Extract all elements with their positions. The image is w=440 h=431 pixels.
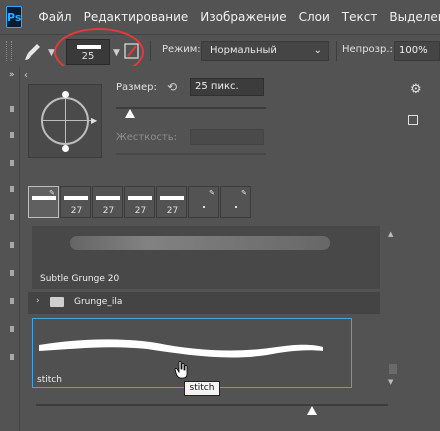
angle-axis-horizontal xyxy=(41,120,91,121)
roundness-handle-top[interactable] xyxy=(62,91,69,98)
size-slider-thumb[interactable] xyxy=(125,109,135,118)
hardness-slider-track xyxy=(116,153,266,155)
brush-name: stitch xyxy=(37,375,62,385)
opacity-input[interactable]: 100% xyxy=(394,41,440,61)
options-bar-grip[interactable] xyxy=(6,40,12,61)
tool-slot[interactable] xyxy=(10,270,14,276)
menu-layers[interactable]: Слои xyxy=(299,10,330,24)
reset-size-icon[interactable]: ⟲ xyxy=(167,80,177,94)
divider xyxy=(150,41,151,61)
divider xyxy=(336,41,337,61)
recent-brush[interactable]: ✎ xyxy=(220,186,251,218)
brush-preset-list: Subtle Grunge 20 › Grunge_ila stitch ▲ ▼ xyxy=(28,226,406,396)
angle-direction-arrow-icon: ▶ xyxy=(91,116,98,125)
recent-brush[interactable]: ✎ xyxy=(28,186,59,218)
opacity-label: Непрозр.: xyxy=(342,44,393,55)
recent-brush[interactable]: 27 xyxy=(124,186,155,218)
brush-thumbnail xyxy=(160,196,184,200)
tool-slot[interactable] xyxy=(10,132,14,138)
roundness-handle-bottom[interactable] xyxy=(62,145,69,152)
tool-slot[interactable] xyxy=(10,106,14,112)
tool-slot[interactable] xyxy=(10,186,14,192)
tooltip: stitch xyxy=(184,381,220,396)
recent-brush[interactable]: 27 xyxy=(60,186,91,218)
blend-mode-value: Нормальный xyxy=(210,45,277,56)
brush-tool-icon[interactable] xyxy=(22,42,42,62)
recent-brush[interactable]: ✎ xyxy=(188,186,219,218)
tool-slot[interactable] xyxy=(10,242,14,248)
brush-thumbnail xyxy=(203,206,205,208)
recent-brush[interactable]: 27 xyxy=(156,186,187,218)
brush-thumbnail xyxy=(235,206,237,208)
brush-size-label: 27 xyxy=(102,206,115,216)
tool-slot[interactable] xyxy=(10,160,14,166)
hardness-input xyxy=(190,129,264,145)
menu-image[interactable]: Изображение xyxy=(200,10,286,24)
scroll-down-icon[interactable]: ▼ xyxy=(388,378,393,386)
gear-icon[interactable]: ⚙ xyxy=(410,82,422,97)
pen-pressure-icon: ✎ xyxy=(49,189,55,197)
menu-bar: Ps Файл Редактирование Изображение Слои … xyxy=(0,0,440,34)
scrollbar-thumb[interactable] xyxy=(389,364,397,374)
size-input[interactable]: 25 пикс. xyxy=(190,78,264,96)
brush-thumbnail xyxy=(128,196,152,200)
blend-mode-select[interactable]: Нормальный ⌄ xyxy=(201,41,329,61)
tool-slot[interactable] xyxy=(10,298,14,304)
menu-select[interactable]: Выделение xyxy=(389,10,440,24)
brush-size-label: 27 xyxy=(134,206,147,216)
size-label: Размер: xyxy=(116,82,157,93)
menu-text[interactable]: Текст xyxy=(342,10,378,24)
chevron-down-icon: ⌄ xyxy=(313,45,322,56)
list-item[interactable]: Subtle Grunge 20 xyxy=(32,226,380,289)
brush-preset-panel: ‹ ▶ Размер: ⟲ 25 пикс. Жесткость: ⚙ ✎ 27… xyxy=(20,66,440,431)
thumbnail-size-slider-track[interactable] xyxy=(36,404,388,406)
tool-slot[interactable] xyxy=(10,214,14,220)
chevron-right-icon[interactable]: › xyxy=(36,296,40,306)
scrollbar[interactable] xyxy=(388,226,398,384)
list-item-selected[interactable]: stitch xyxy=(32,318,352,388)
menu-file[interactable]: Файл xyxy=(38,10,71,24)
brush-size-label: 27 xyxy=(70,206,83,216)
scroll-up-icon[interactable]: ▲ xyxy=(388,230,393,238)
menu-edit[interactable]: Редактирование xyxy=(84,10,189,24)
pen-pressure-icon: ✎ xyxy=(209,189,215,197)
thumbnail-size-slider-thumb[interactable] xyxy=(307,406,317,415)
size-slider-track[interactable] xyxy=(116,107,266,109)
brush-group[interactable]: › Grunge_ila xyxy=(28,292,380,314)
hardness-label: Жесткость: xyxy=(116,132,177,143)
pen-pressure-icon: ✎ xyxy=(241,189,247,197)
tool-slot[interactable] xyxy=(10,354,14,360)
angle-axis-vertical xyxy=(65,95,66,147)
toolbar-column: » xyxy=(0,66,20,431)
panel-collapse-icon[interactable]: ‹ xyxy=(24,70,28,81)
folder-icon xyxy=(50,297,64,307)
brush-thumbnail xyxy=(64,196,88,200)
recent-brush[interactable]: 27 xyxy=(92,186,123,218)
brush-size-label: 27 xyxy=(166,206,179,216)
brush-stroke-preview xyxy=(70,236,330,250)
mode-label: Режим: xyxy=(162,44,201,55)
tool-slot[interactable] xyxy=(10,326,14,332)
brush-thumbnail xyxy=(96,196,120,200)
brush-group-name: Grunge_ila xyxy=(74,297,123,307)
collapse-icon[interactable]: » xyxy=(9,70,15,80)
photoshop-logo: Ps xyxy=(6,6,23,28)
recent-brushes: ✎ 27 27 27 27 ✎ ✎ xyxy=(28,186,282,218)
brush-name: Subtle Grunge 20 xyxy=(40,274,120,284)
new-preset-icon[interactable] xyxy=(408,115,418,125)
